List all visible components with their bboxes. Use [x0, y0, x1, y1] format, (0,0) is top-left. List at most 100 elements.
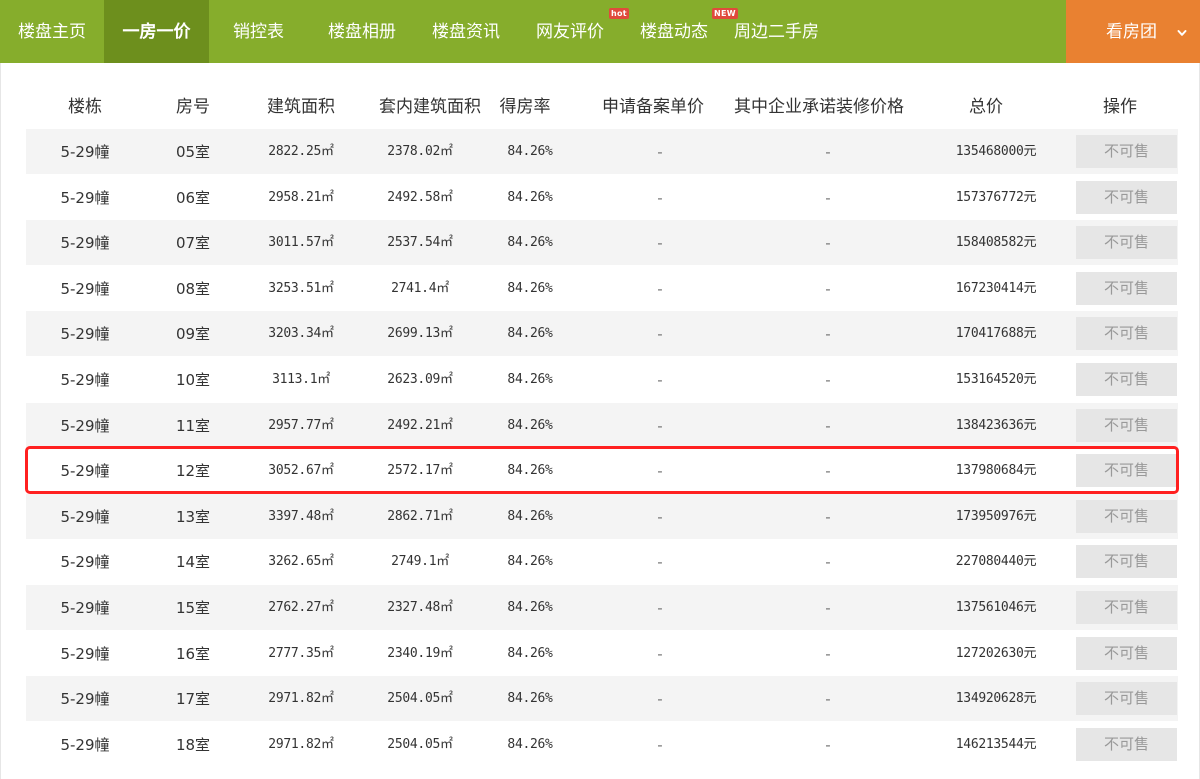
cell-unit-price: -: [657, 325, 663, 343]
not-for-sale-button[interactable]: 不可售: [1076, 637, 1177, 670]
cell-area: 3113.1㎡: [272, 372, 330, 387]
not-for-sale-button[interactable]: 不可售: [1076, 545, 1177, 578]
cell-room: 08室: [175, 280, 211, 298]
cell-building: 5-29幢: [60, 417, 110, 435]
nav-item-sales-table[interactable]: 销控表: [233, 0, 284, 63]
table-header: 楼栋 房号 建筑面积 套内建筑面积 得房率 申请备案单价 其中企业承诺装修价格 …: [26, 87, 1178, 127]
cell-area: 3397.48㎡: [268, 509, 334, 524]
cell-inner-area: 2699.13㎡: [387, 326, 453, 341]
cell-area: 2971.82㎡: [268, 691, 334, 706]
cell-decor-price: -: [825, 508, 831, 526]
cell-unit-price: -: [657, 371, 663, 389]
cell-area: 2822.25㎡: [268, 144, 334, 159]
not-for-sale-button[interactable]: 不可售: [1076, 591, 1177, 624]
cell-unit-price: -: [657, 417, 663, 435]
header-building: 楼栋: [68, 97, 102, 117]
cell-room: 14室: [175, 553, 211, 571]
cell-area: 3203.34㎡: [268, 326, 334, 341]
cell-area: 3262.65㎡: [268, 554, 334, 569]
cell-total: 127202630元: [955, 646, 1037, 661]
table-row: 5-29幢 14室 3262.65㎡ 2749.1㎡ 84.26% - - 227080440…: [26, 539, 1178, 584]
cell-inner-area: 2504.05㎡: [387, 691, 453, 706]
cell-decor-price: -: [825, 417, 831, 435]
header-unit-price: 申请备案单价: [602, 97, 704, 117]
cell-building: 5-29幢: [60, 599, 110, 617]
nav-item-second-hand[interactable]: 周边二手房: [734, 0, 819, 63]
cell-decor-price: -: [825, 690, 831, 708]
cell-area: 2971.82㎡: [268, 737, 334, 752]
cell-area: 2958.21㎡: [268, 190, 334, 205]
cell-unit-price: -: [657, 189, 663, 207]
nav-item-news[interactable]: 楼盘资讯: [432, 0, 500, 63]
not-for-sale-button[interactable]: 不可售: [1076, 682, 1177, 715]
cell-unit-price: -: [657, 690, 663, 708]
cell-building: 5-29幢: [60, 508, 110, 526]
not-for-sale-button[interactable]: 不可售: [1076, 500, 1177, 533]
cell-ratio: 84.26%: [507, 281, 553, 296]
cell-unit-price: -: [657, 736, 663, 754]
cell-inner-area: 2378.02㎡: [387, 144, 453, 159]
not-for-sale-button[interactable]: 不可售: [1076, 226, 1177, 259]
header-ratio: 得房率: [499, 97, 551, 117]
cell-room: 05室: [175, 143, 211, 161]
house-tour-button[interactable]: 看房团: [1066, 0, 1200, 63]
not-for-sale-button[interactable]: 不可售: [1076, 363, 1177, 396]
cell-building: 5-29幢: [60, 371, 110, 389]
cell-total: 138423636元: [955, 418, 1037, 433]
cell-decor-price: -: [825, 553, 831, 571]
cell-room: 06室: [175, 189, 211, 207]
cell-ratio: 84.26%: [507, 509, 553, 524]
not-for-sale-button[interactable]: 不可售: [1076, 317, 1177, 350]
cell-decor-price: -: [825, 234, 831, 252]
table-row: 5-29幢 15室 2762.27㎡ 2327.48㎡ 84.26% - - 13756104…: [26, 585, 1178, 630]
cell-ratio: 84.26%: [507, 144, 553, 159]
nav-item-updates[interactable]: 楼盘动态: [640, 0, 708, 63]
cell-decor-price: -: [825, 280, 831, 298]
cell-room: 09室: [175, 325, 211, 343]
header-inner-area: 套内建筑面积: [379, 97, 481, 117]
not-for-sale-button[interactable]: 不可售: [1076, 135, 1177, 168]
cell-building: 5-29幢: [60, 553, 110, 571]
header-total: 总价: [969, 97, 1003, 117]
cell-unit-price: -: [657, 280, 663, 298]
table-row: 5-29幢 07室 3011.57㎡ 2537.54㎡ 84.26% - - 15840858…: [26, 220, 1178, 265]
cell-unit-price: -: [657, 234, 663, 252]
cell-inner-area: 2537.54㎡: [387, 235, 453, 250]
cell-inner-area: 2492.21㎡: [387, 418, 453, 433]
not-for-sale-button[interactable]: 不可售: [1076, 272, 1177, 305]
cell-total: 227080440元: [955, 554, 1037, 569]
house-tour-label: 看房团: [1106, 22, 1157, 42]
cell-building: 5-29幢: [60, 280, 110, 298]
nav-item-album[interactable]: 楼盘相册: [328, 0, 396, 63]
cell-inner-area: 2504.05㎡: [387, 737, 453, 752]
highlight-box: [25, 446, 1179, 494]
cell-ratio: 84.26%: [507, 326, 553, 341]
not-for-sale-button[interactable]: 不可售: [1076, 728, 1177, 761]
nav-item-reviews[interactable]: 网友评价: [536, 0, 604, 63]
cell-decor-price: -: [825, 189, 831, 207]
cell-decor-price: -: [825, 645, 831, 663]
cell-inner-area: 2492.58㎡: [387, 190, 453, 205]
header-decor-price: 其中企业承诺装修价格: [734, 97, 904, 117]
cell-ratio: 84.26%: [507, 235, 553, 250]
cell-ratio: 84.26%: [507, 418, 553, 433]
cell-room: 17室: [175, 690, 211, 708]
header-room: 房号: [176, 97, 210, 117]
nav-item-home[interactable]: 楼盘主页: [0, 0, 104, 63]
cell-unit-price: -: [657, 645, 663, 663]
cell-area: 2777.35㎡: [268, 646, 334, 661]
nav-item-price-list[interactable]: 一房一价: [104, 0, 209, 63]
not-for-sale-button[interactable]: 不可售: [1076, 181, 1177, 214]
cell-area: 3253.51㎡: [268, 281, 334, 296]
cell-inner-area: 2327.48㎡: [387, 600, 453, 615]
cell-total: 153164520元: [955, 372, 1037, 387]
cell-inner-area: 2340.19㎡: [387, 646, 453, 661]
cell-total: 167230414元: [955, 281, 1037, 296]
not-for-sale-button[interactable]: 不可售: [1076, 409, 1177, 442]
chevron-down-icon: [1177, 30, 1187, 36]
cell-total: 134920628元: [955, 691, 1037, 706]
table-row: 5-29幢 06室 2958.21㎡ 2492.58㎡ 84.26% - - 15737677…: [26, 175, 1178, 220]
cell-decor-price: -: [825, 599, 831, 617]
cell-room: 18室: [175, 736, 211, 754]
cell-room: 10室: [175, 371, 211, 389]
